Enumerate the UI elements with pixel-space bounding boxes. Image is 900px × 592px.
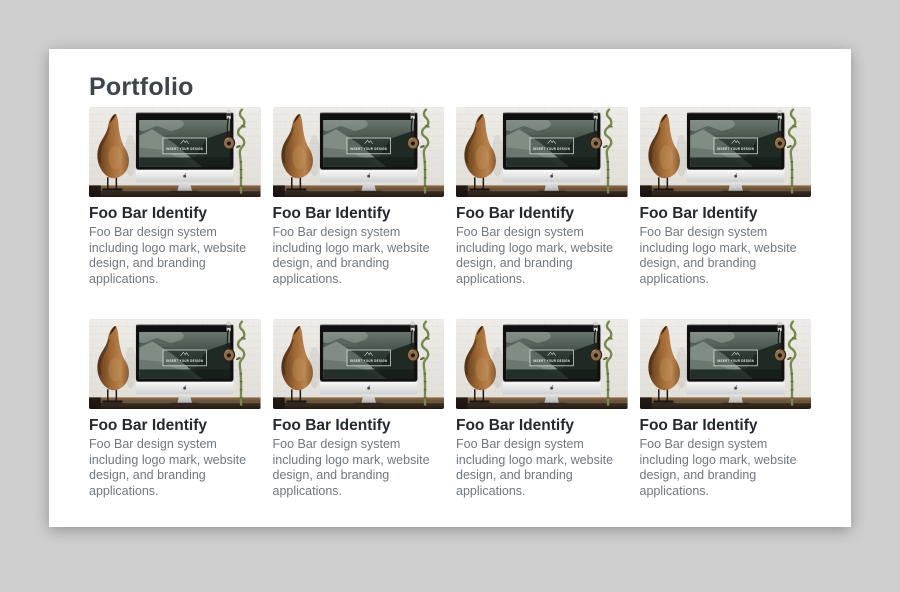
portfolio-card[interactable]: Foo Bar Identify Foo Bar design system i… (640, 319, 812, 499)
imac-desk-mockup-image (89, 107, 261, 197)
portfolio-thumbnail[interactable] (640, 319, 812, 409)
portfolio-item-title: Foo Bar Identify (640, 204, 812, 223)
portfolio-thumbnail[interactable] (456, 319, 628, 409)
portfolio-item-title: Foo Bar Identify (273, 204, 445, 223)
portfolio-item-description: Foo Bar design system including logo mar… (640, 225, 812, 287)
portfolio-item-description: Foo Bar design system including logo mar… (89, 225, 261, 287)
imac-desk-mockup-image (89, 319, 261, 409)
imac-desk-mockup-image (640, 319, 812, 409)
portfolio-thumbnail[interactable] (89, 319, 261, 409)
portfolio-grid: Foo Bar Identify Foo Bar design system i… (89, 107, 811, 499)
portfolio-card[interactable]: Foo Bar Identify Foo Bar design system i… (89, 319, 261, 499)
portfolio-item-title: Foo Bar Identify (456, 204, 628, 223)
portfolio-item-description: Foo Bar design system including logo mar… (456, 225, 628, 287)
imac-desk-mockup-image (640, 107, 812, 197)
imac-desk-mockup-image (456, 319, 628, 409)
portfolio-card[interactable]: Foo Bar Identify Foo Bar design system i… (456, 319, 628, 499)
portfolio-item-title: Foo Bar Identify (89, 416, 261, 435)
portfolio-thumbnail[interactable] (89, 107, 261, 197)
portfolio-item-description: Foo Bar design system including logo mar… (273, 225, 445, 287)
imac-desk-mockup-image (273, 319, 445, 409)
portfolio-card[interactable]: Foo Bar Identify Foo Bar design system i… (456, 107, 628, 287)
portfolio-item-description: Foo Bar design system including logo mar… (273, 437, 445, 499)
portfolio-item-title: Foo Bar Identify (640, 416, 812, 435)
portfolio-card[interactable]: Foo Bar Identify Foo Bar design system i… (273, 107, 445, 287)
page-title: Portfolio (89, 73, 811, 102)
portfolio-item-title: Foo Bar Identify (273, 416, 445, 435)
portfolio-thumbnail[interactable] (640, 107, 812, 197)
portfolio-item-description: Foo Bar design system including logo mar… (456, 437, 628, 499)
portfolio-item-description: Foo Bar design system including logo mar… (89, 437, 261, 499)
portfolio-card[interactable]: Foo Bar Identify Foo Bar design system i… (640, 107, 812, 287)
portfolio-item-description: Foo Bar design system including logo mar… (640, 437, 812, 499)
imac-desk-mockup-image (456, 107, 628, 197)
portfolio-item-title: Foo Bar Identify (456, 416, 628, 435)
content-sheet: Portfolio Foo Bar Identify Foo Bar desig… (49, 49, 851, 527)
imac-desk-mockup-image (273, 107, 445, 197)
portfolio-thumbnail[interactable] (273, 319, 445, 409)
portfolio-card[interactable]: Foo Bar Identify Foo Bar design system i… (273, 319, 445, 499)
portfolio-card[interactable]: Foo Bar Identify Foo Bar design system i… (89, 107, 261, 287)
portfolio-item-title: Foo Bar Identify (89, 204, 261, 223)
portfolio-thumbnail[interactable] (273, 107, 445, 197)
portfolio-thumbnail[interactable] (456, 107, 628, 197)
